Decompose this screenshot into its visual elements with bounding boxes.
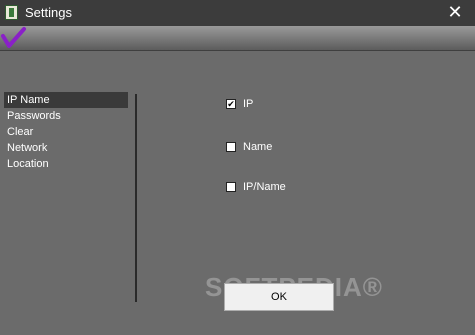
sidebar-item-passwords[interactable]: Passwords [4, 108, 128, 124]
ok-button[interactable]: OK [224, 283, 334, 311]
vertical-divider [135, 94, 137, 302]
checkbox-ip[interactable]: ✔ [226, 99, 236, 109]
title-bar: Settings ✕ [0, 0, 475, 26]
option-ip-name-label: IP/Name [243, 181, 286, 193]
app-icon [5, 5, 18, 20]
sidebar-item-network[interactable]: Network [4, 140, 128, 156]
sidebar-item-clear[interactable]: Clear [4, 124, 128, 140]
settings-sidebar: IP Name Passwords Clear Network Location [4, 92, 128, 172]
checkbox-name[interactable] [226, 142, 236, 152]
window-title: Settings [25, 5, 72, 20]
option-name-label: Name [243, 141, 273, 153]
option-name[interactable]: Name [226, 140, 272, 154]
sidebar-item-location[interactable]: Location [4, 156, 128, 172]
purple-check-logo-icon [1, 27, 26, 48]
option-ip-label: IP [243, 98, 254, 110]
option-ip[interactable]: ✔ IP [226, 97, 253, 111]
close-button[interactable]: ✕ [435, 0, 475, 26]
option-ip-name[interactable]: IP/Name [226, 180, 286, 194]
sidebar-item-ip-name[interactable]: IP Name [4, 92, 128, 108]
checkbox-ip-name[interactable] [226, 182, 236, 192]
banner [0, 26, 475, 51]
